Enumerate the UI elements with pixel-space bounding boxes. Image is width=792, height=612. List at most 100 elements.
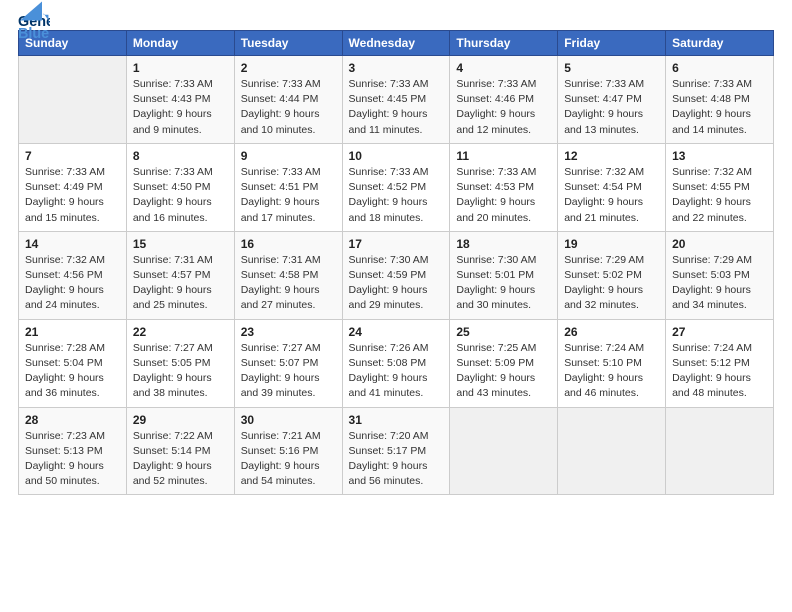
calendar-cell: 3 Sunrise: 7:33 AM Sunset: 4:45 PM Daylig…	[342, 56, 450, 144]
day-number: 21	[25, 325, 120, 339]
calendar-cell: 31 Sunrise: 7:20 AM Sunset: 5:17 PM Dayli…	[342, 407, 450, 495]
day-number: 18	[456, 237, 551, 251]
day-info: Sunrise: 7:22 AM Sunset: 5:14 PM Dayligh…	[133, 429, 228, 490]
calendar-cell: 18 Sunrise: 7:30 AM Sunset: 5:01 PM Dayli…	[450, 231, 558, 319]
day-info: Sunrise: 7:30 AM Sunset: 5:01 PM Dayligh…	[456, 253, 551, 314]
day-number: 25	[456, 325, 551, 339]
day-info: Sunrise: 7:33 AM Sunset: 4:46 PM Dayligh…	[456, 77, 551, 138]
day-info: Sunrise: 7:29 AM Sunset: 5:02 PM Dayligh…	[564, 253, 659, 314]
day-number: 1	[133, 61, 228, 75]
day-info: Sunrise: 7:33 AM Sunset: 4:53 PM Dayligh…	[456, 165, 551, 226]
day-info: Sunrise: 7:29 AM Sunset: 5:03 PM Dayligh…	[672, 253, 767, 314]
calendar-cell: 23 Sunrise: 7:27 AM Sunset: 5:07 PM Dayli…	[234, 319, 342, 407]
day-info: Sunrise: 7:27 AM Sunset: 5:07 PM Dayligh…	[241, 341, 336, 402]
day-number: 24	[349, 325, 444, 339]
calendar-table: SundayMondayTuesdayWednesdayThursdayFrid…	[18, 30, 774, 495]
day-number: 3	[349, 61, 444, 75]
calendar-cell: 2 Sunrise: 7:33 AM Sunset: 4:44 PM Daylig…	[234, 56, 342, 144]
day-info: Sunrise: 7:33 AM Sunset: 4:48 PM Dayligh…	[672, 77, 767, 138]
day-number: 22	[133, 325, 228, 339]
day-number: 11	[456, 149, 551, 163]
day-info: Sunrise: 7:20 AM Sunset: 5:17 PM Dayligh…	[349, 429, 444, 490]
day-number: 6	[672, 61, 767, 75]
logo-arrow-icon	[20, 0, 42, 22]
day-info: Sunrise: 7:33 AM Sunset: 4:44 PM Dayligh…	[241, 77, 336, 138]
day-info: Sunrise: 7:24 AM Sunset: 5:12 PM Dayligh…	[672, 341, 767, 402]
day-number: 17	[349, 237, 444, 251]
day-number: 2	[241, 61, 336, 75]
day-info: Sunrise: 7:33 AM Sunset: 4:49 PM Dayligh…	[25, 165, 120, 226]
calendar-cell: 19 Sunrise: 7:29 AM Sunset: 5:02 PM Dayli…	[558, 231, 666, 319]
day-number: 26	[564, 325, 659, 339]
day-info: Sunrise: 7:32 AM Sunset: 4:56 PM Dayligh…	[25, 253, 120, 314]
day-number: 10	[349, 149, 444, 163]
weekday-header-saturday: Saturday	[666, 31, 774, 56]
day-info: Sunrise: 7:33 AM Sunset: 4:45 PM Dayligh…	[349, 77, 444, 138]
day-number: 20	[672, 237, 767, 251]
calendar-cell: 25Sunrise: 7:25 AM Sunset: 5:09 PM Dayli…	[450, 319, 558, 407]
calendar-cell: 11 Sunrise: 7:33 AM Sunset: 4:53 PM Dayli…	[450, 143, 558, 231]
weekday-header-tuesday: Tuesday	[234, 31, 342, 56]
day-info: Sunrise: 7:32 AM Sunset: 4:55 PM Dayligh…	[672, 165, 767, 226]
day-number: 9	[241, 149, 336, 163]
weekday-header-monday: Monday	[126, 31, 234, 56]
calendar-cell: 12 Sunrise: 7:32 AM Sunset: 4:54 PM Dayli…	[558, 143, 666, 231]
calendar-cell: 22 Sunrise: 7:27 AM Sunset: 5:05 PM Dayli…	[126, 319, 234, 407]
day-info: Sunrise: 7:27 AM Sunset: 5:05 PM Dayligh…	[133, 341, 228, 402]
day-number: 13	[672, 149, 767, 163]
calendar-cell: 10 Sunrise: 7:33 AM Sunset: 4:52 PM Dayli…	[342, 143, 450, 231]
week-row-3: 14 Sunrise: 7:32 AM Sunset: 4:56 PM Dayli…	[19, 231, 774, 319]
day-info: Sunrise: 7:33 AM Sunset: 4:52 PM Dayligh…	[349, 165, 444, 226]
calendar-cell: 21 Sunrise: 7:28 AM Sunset: 5:04 PM Dayli…	[19, 319, 127, 407]
day-info: Sunrise: 7:32 AM Sunset: 4:54 PM Dayligh…	[564, 165, 659, 226]
day-number: 29	[133, 413, 228, 427]
day-info: Sunrise: 7:33 AM Sunset: 4:43 PM Dayligh…	[133, 77, 228, 138]
week-row-4: 21 Sunrise: 7:28 AM Sunset: 5:04 PM Dayli…	[19, 319, 774, 407]
day-number: 4	[456, 61, 551, 75]
calendar-cell	[450, 407, 558, 495]
header: General Blue	[18, 10, 774, 22]
day-info: Sunrise: 7:21 AM Sunset: 5:16 PM Dayligh…	[241, 429, 336, 490]
day-info: Sunrise: 7:31 AM Sunset: 4:58 PM Dayligh…	[241, 253, 336, 314]
week-row-2: 7 Sunrise: 7:33 AM Sunset: 4:49 PM Daylig…	[19, 143, 774, 231]
calendar-cell: 5Sunrise: 7:33 AM Sunset: 4:47 PM Daylig…	[558, 56, 666, 144]
calendar-cell: 24 Sunrise: 7:26 AM Sunset: 5:08 PM Dayli…	[342, 319, 450, 407]
calendar-cell: 28Sunrise: 7:23 AM Sunset: 5:13 PM Dayli…	[19, 407, 127, 495]
day-info: Sunrise: 7:26 AM Sunset: 5:08 PM Dayligh…	[349, 341, 444, 402]
calendar-cell: 7 Sunrise: 7:33 AM Sunset: 4:49 PM Daylig…	[19, 143, 127, 231]
calendar-cell: 9Sunrise: 7:33 AM Sunset: 4:51 PM Daylig…	[234, 143, 342, 231]
day-number: 12	[564, 149, 659, 163]
calendar-cell: 6 Sunrise: 7:33 AM Sunset: 4:48 PM Daylig…	[666, 56, 774, 144]
page: General Blue SundayMondayT	[0, 0, 792, 612]
day-info: Sunrise: 7:28 AM Sunset: 5:04 PM Dayligh…	[25, 341, 120, 402]
calendar-cell: 29 Sunrise: 7:22 AM Sunset: 5:14 PM Dayli…	[126, 407, 234, 495]
day-number: 30	[241, 413, 336, 427]
day-number: 31	[349, 413, 444, 427]
week-row-5: 28Sunrise: 7:23 AM Sunset: 5:13 PM Dayli…	[19, 407, 774, 495]
day-number: 19	[564, 237, 659, 251]
day-number: 7	[25, 149, 120, 163]
day-info: Sunrise: 7:33 AM Sunset: 4:47 PM Dayligh…	[564, 77, 659, 138]
weekday-header-row: SundayMondayTuesdayWednesdayThursdayFrid…	[19, 31, 774, 56]
calendar-cell: 4 Sunrise: 7:33 AM Sunset: 4:46 PM Daylig…	[450, 56, 558, 144]
day-info: Sunrise: 7:31 AM Sunset: 4:57 PM Dayligh…	[133, 253, 228, 314]
week-row-1: 1 Sunrise: 7:33 AM Sunset: 4:43 PM Daylig…	[19, 56, 774, 144]
weekday-header-thursday: Thursday	[450, 31, 558, 56]
logo: General Blue	[18, 10, 52, 22]
calendar-cell	[558, 407, 666, 495]
day-info: Sunrise: 7:33 AM Sunset: 4:50 PM Dayligh…	[133, 165, 228, 226]
day-number: 8	[133, 149, 228, 163]
day-number: 15	[133, 237, 228, 251]
calendar-cell: 1 Sunrise: 7:33 AM Sunset: 4:43 PM Daylig…	[126, 56, 234, 144]
calendar-cell: 13 Sunrise: 7:32 AM Sunset: 4:55 PM Dayli…	[666, 143, 774, 231]
calendar-cell: 17 Sunrise: 7:30 AM Sunset: 4:59 PM Dayli…	[342, 231, 450, 319]
day-number: 14	[25, 237, 120, 251]
calendar-cell: 26Sunrise: 7:24 AM Sunset: 5:10 PM Dayli…	[558, 319, 666, 407]
day-number: 23	[241, 325, 336, 339]
weekday-header-friday: Friday	[558, 31, 666, 56]
day-number: 28	[25, 413, 120, 427]
calendar-cell: 30 Sunrise: 7:21 AM Sunset: 5:16 PM Dayli…	[234, 407, 342, 495]
day-info: Sunrise: 7:30 AM Sunset: 4:59 PM Dayligh…	[349, 253, 444, 314]
calendar-cell: 15 Sunrise: 7:31 AM Sunset: 4:57 PM Dayli…	[126, 231, 234, 319]
calendar-cell: 14 Sunrise: 7:32 AM Sunset: 4:56 PM Dayli…	[19, 231, 127, 319]
